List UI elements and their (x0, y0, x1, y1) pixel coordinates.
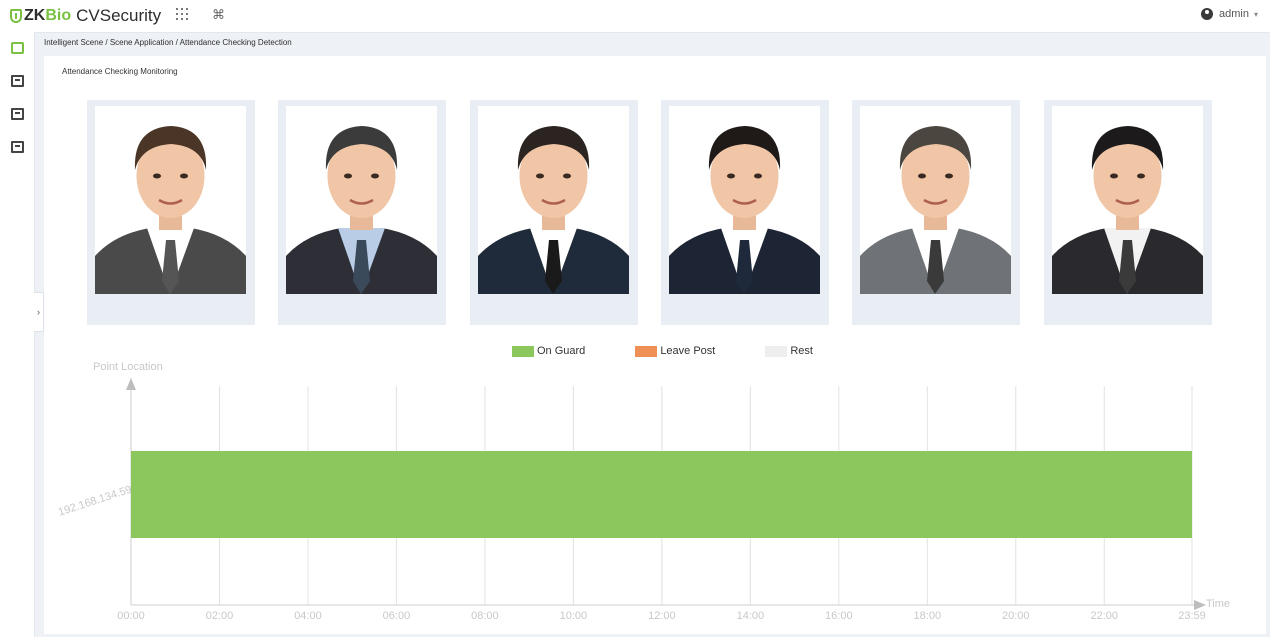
x-tick-label: 16:00 (825, 610, 853, 622)
x-tick-label: 18:00 (914, 610, 942, 622)
main-panel: Attendance Checking Monitoring On Guard … (44, 56, 1266, 634)
apps-grid-icon[interactable] (176, 8, 188, 23)
x-tick-label: 22:00 (1090, 610, 1118, 622)
x-tick-label: 10:00 (560, 610, 588, 622)
x-tick-label: 08:00 (471, 610, 499, 622)
x-tick-label: 12:00 (648, 610, 676, 622)
x-tick-label: 00:00 (117, 610, 145, 622)
x-tick-label: 23:59 (1178, 610, 1206, 622)
attendance-timeline-chart: Point Location Time 00:00 02:00 04:00 06:00 08… (57, 361, 1230, 622)
command-icon[interactable]: ⌘ (212, 7, 225, 23)
logo-product-text: CVSecurity (76, 6, 162, 25)
x-tick-label: 14:00 (737, 610, 765, 622)
chevron-down-icon: ▾ (1253, 9, 1258, 19)
device-icon[interactable] (11, 75, 24, 87)
user-circle-icon (1201, 8, 1214, 20)
x-tick-label: 06:00 (383, 610, 411, 622)
y-axis-label: Point Location (93, 361, 163, 373)
user-name: admin (1219, 8, 1249, 20)
x-axis-arrow (1194, 600, 1206, 610)
app-logo[interactable]: ZK Bio CVSecurity (10, 6, 161, 26)
x-tick-label: 02:00 (206, 610, 234, 622)
shield-logo-icon (10, 9, 22, 23)
scene-icon[interactable] (11, 42, 24, 54)
x-axis-label: Time (1206, 598, 1230, 610)
breadcrumb: Intelligent Scene / Scene Application / … (44, 38, 292, 47)
sidebar-expand-toggle[interactable]: › (34, 292, 44, 332)
timeline-segment-on-guard (131, 451, 1192, 538)
printer-icon[interactable] (11, 108, 24, 120)
y-axis-arrow (126, 378, 136, 390)
logo-bio-text: Bio (45, 7, 72, 24)
x-tick-label: 04:00 (294, 610, 322, 622)
sidebar (0, 32, 35, 637)
top-header: ZK Bio CVSecurity ⌘ admin ▾ (0, 0, 1270, 33)
y-category-label: 192.168.134.59 (57, 484, 133, 519)
user-menu[interactable]: admin ▾ (1201, 8, 1258, 20)
logo-zk-text: ZK (24, 7, 46, 24)
report-icon[interactable] (11, 141, 24, 153)
x-tick-label: 20:00 (1002, 610, 1030, 622)
